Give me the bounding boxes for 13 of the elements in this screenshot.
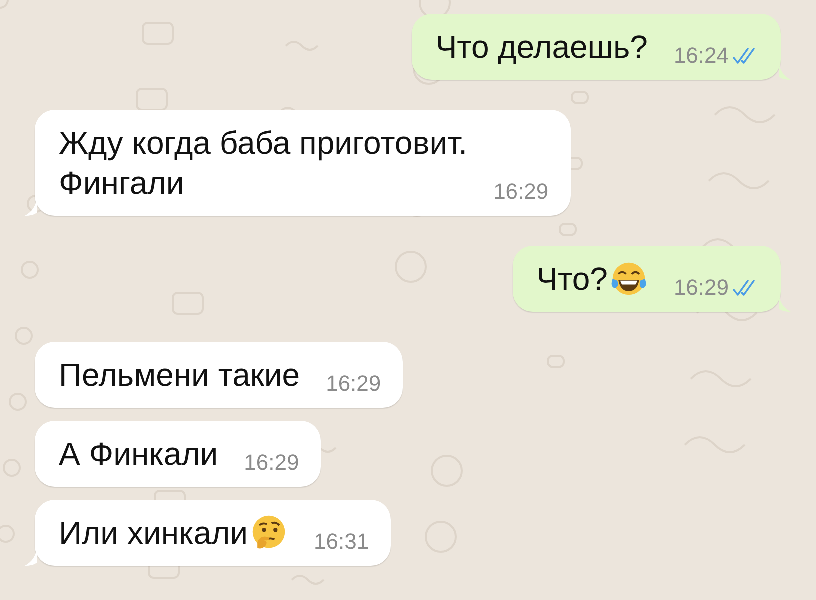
message-time: 16:29 — [674, 275, 729, 301]
message-text: Или хинкали — [59, 514, 248, 553]
laughing-face-icon — [610, 260, 648, 298]
message-text: Что? — [536, 260, 608, 299]
message-time: 16:29 — [326, 371, 382, 397]
message-time: 16:31 — [314, 529, 370, 555]
message-text: А Финкали — [59, 435, 218, 474]
message-time: 16:29 — [494, 179, 549, 205]
message-time: 16:29 — [244, 450, 300, 476]
message-time: 16:24 — [674, 43, 729, 69]
message-text: Что делаешь? — [436, 28, 648, 67]
message-text: Пельмени такие — [59, 356, 300, 395]
message-text: Жду когда баба приготовит. Фингали — [59, 124, 468, 203]
